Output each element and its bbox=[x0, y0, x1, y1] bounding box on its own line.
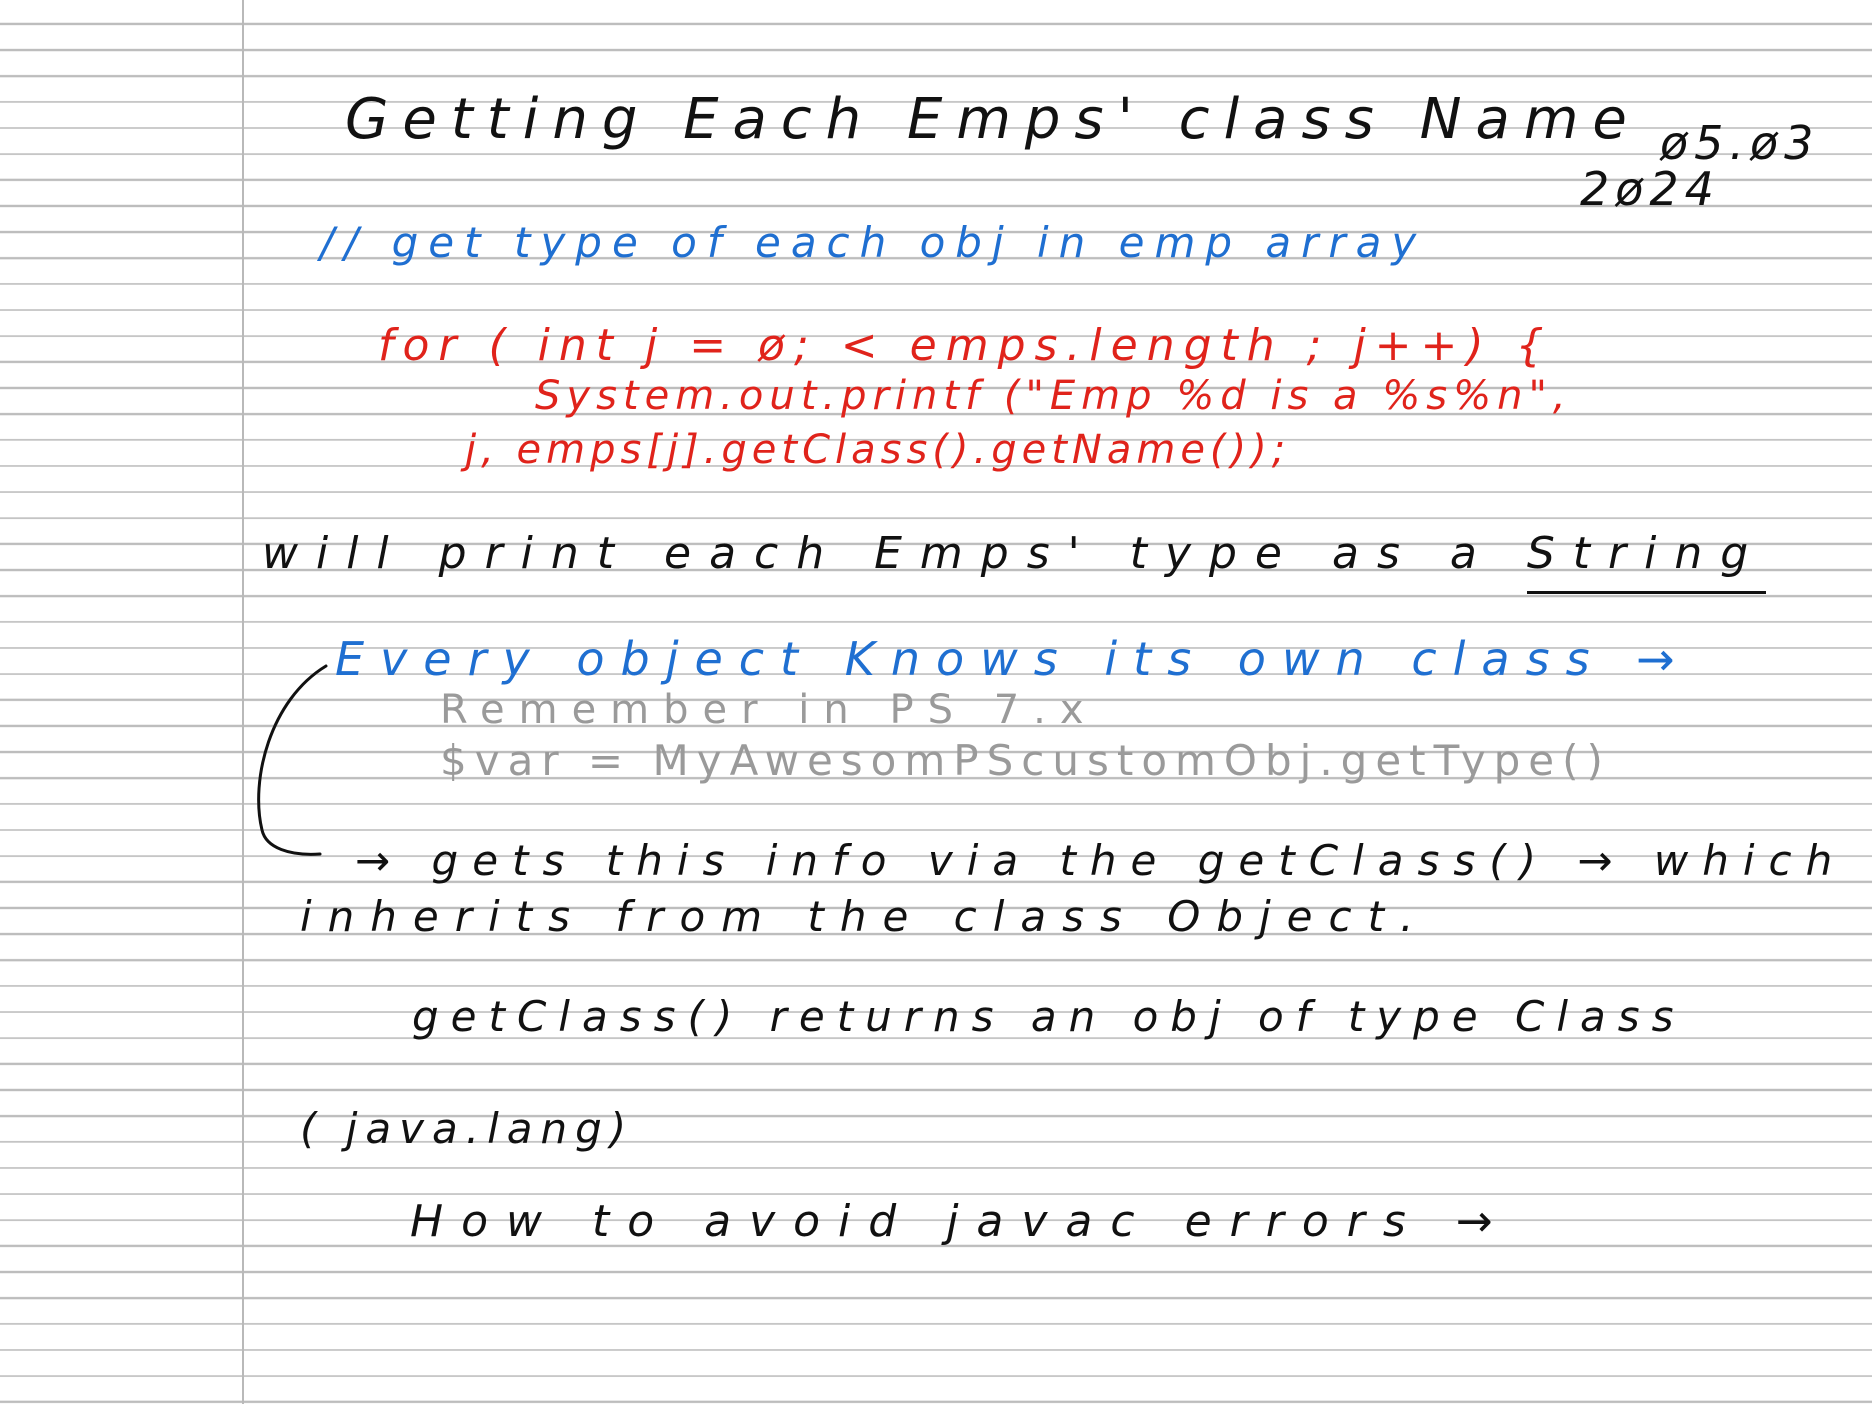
ruled-notebook-page: Getting Each Emps' class Name ø5.ø3 2ø24… bbox=[0, 0, 1872, 1404]
gets-info-note: → gets this info via the getClass() → wh… bbox=[355, 836, 1847, 885]
code-line-printf: System.out.printf ("Emp %d is a %s%n", bbox=[535, 373, 1572, 419]
will-print-text: will print each Emps' type as a bbox=[262, 528, 1495, 579]
code-line-for-loop: for ( int j = ø; < emps.length ; j++) { bbox=[378, 320, 1553, 371]
java-lang-note: ( java.lang) bbox=[300, 1104, 635, 1153]
date-year: 2ø24 bbox=[1580, 162, 1720, 216]
margin-line bbox=[242, 0, 244, 1404]
powershell-example: $var = MyAwesomPScustomObj.getType() bbox=[440, 736, 1611, 785]
date-month-day: ø5.ø3 bbox=[1660, 116, 1820, 170]
code-line-getname: j, emps[j].getClass().getName()); bbox=[465, 427, 1291, 473]
remember-ps-note: Remember in PS 7.x bbox=[440, 687, 1098, 733]
code-comment: // get type of each obj in emp array bbox=[320, 218, 1427, 267]
underlined-string-word: String bbox=[1526, 528, 1767, 594]
avoid-errors-note: How to avoid javac errors → bbox=[410, 1196, 1511, 1247]
getclass-returns-note: getClass() returns an obj of type Class bbox=[412, 992, 1686, 1041]
curved-arrow-icon bbox=[257, 664, 328, 856]
page-title: Getting Each Emps' class Name bbox=[345, 87, 1641, 152]
will-print-note: will print each Emps' type as a String bbox=[262, 528, 1767, 594]
inherits-note: inherits from the class Object. bbox=[300, 892, 1430, 941]
every-object-note: Every object Knows its own class → bbox=[335, 632, 1691, 686]
